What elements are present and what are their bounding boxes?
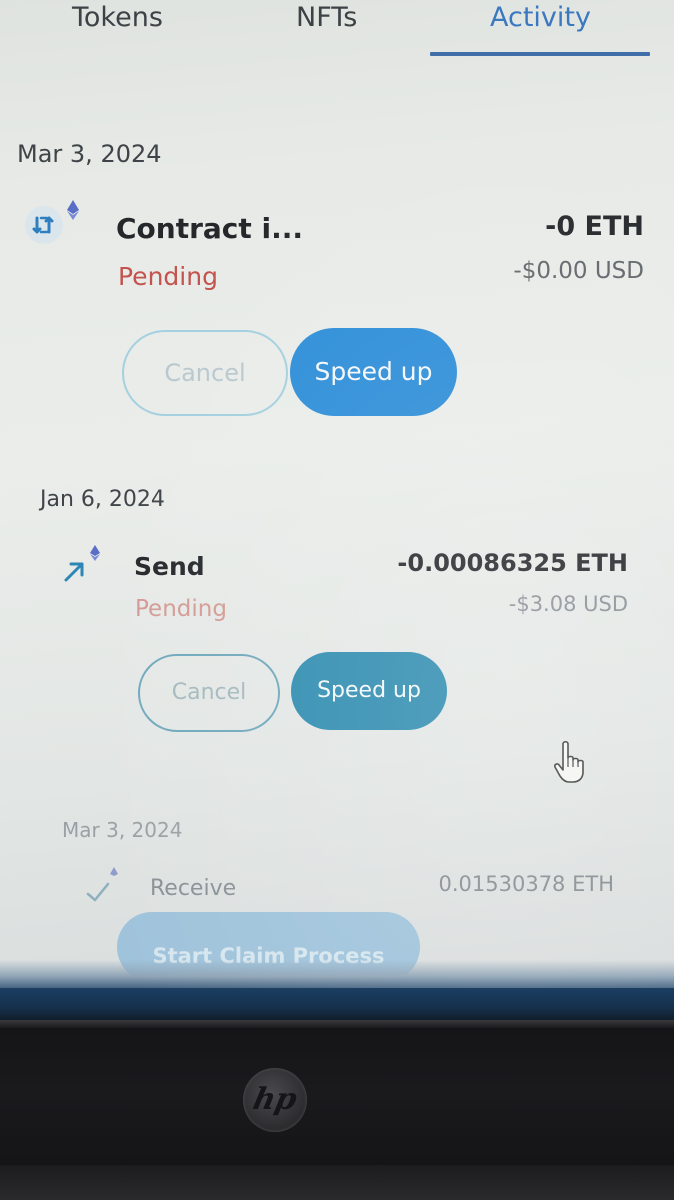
transaction-amount: 0.01530378 ETH bbox=[438, 872, 615, 896]
transaction-title: Send bbox=[134, 552, 205, 581]
eth-network-badge-icon bbox=[110, 867, 118, 876]
tab-bar: Tokens NFTs Activity bbox=[0, 0, 674, 60]
transaction-fiat-amount: -$3.08 USD bbox=[508, 592, 628, 616]
hp-logo: hp bbox=[243, 1068, 307, 1132]
activity-date-header: Mar 3, 2024 bbox=[62, 818, 183, 842]
tab-tokens[interactable]: Tokens bbox=[72, 2, 163, 33]
transaction-amount: -0.00086325 ETH bbox=[397, 549, 628, 577]
speed-up-button[interactable]: Speed up bbox=[291, 652, 447, 730]
activity-date-header: Mar 3, 2024 bbox=[17, 140, 162, 168]
transaction-status: Pending bbox=[135, 596, 227, 622]
screen-bezel-edge bbox=[0, 988, 674, 1022]
eth-network-badge-icon bbox=[67, 200, 79, 220]
transaction-status: Pending bbox=[118, 262, 218, 291]
contract-interaction-icon bbox=[25, 206, 63, 244]
activity-date-header: Jan 6, 2024 bbox=[40, 487, 165, 512]
transaction-title: Contract i... bbox=[116, 212, 304, 245]
screen-bottom-edge bbox=[0, 960, 674, 990]
eth-network-badge-icon bbox=[90, 545, 100, 561]
desk-surface bbox=[0, 1165, 674, 1200]
tab-activity[interactable]: Activity bbox=[490, 2, 591, 33]
cancel-button[interactable]: Cancel bbox=[122, 330, 288, 416]
transaction-amount: -0 ETH bbox=[545, 211, 644, 242]
transaction-fiat-amount: -$0.00 USD bbox=[513, 258, 644, 284]
hand-pointer-cursor-icon bbox=[554, 740, 584, 783]
wallet-activity-screen: Tokens NFTs Activity Mar 3, 2024 Contrac… bbox=[0, 0, 674, 990]
tab-nfts[interactable]: NFTs bbox=[296, 2, 357, 33]
speed-up-button[interactable]: Speed up bbox=[290, 328, 457, 416]
transaction-title: Receive bbox=[150, 876, 237, 901]
active-tab-indicator bbox=[430, 52, 650, 56]
cancel-button[interactable]: Cancel bbox=[138, 654, 280, 732]
